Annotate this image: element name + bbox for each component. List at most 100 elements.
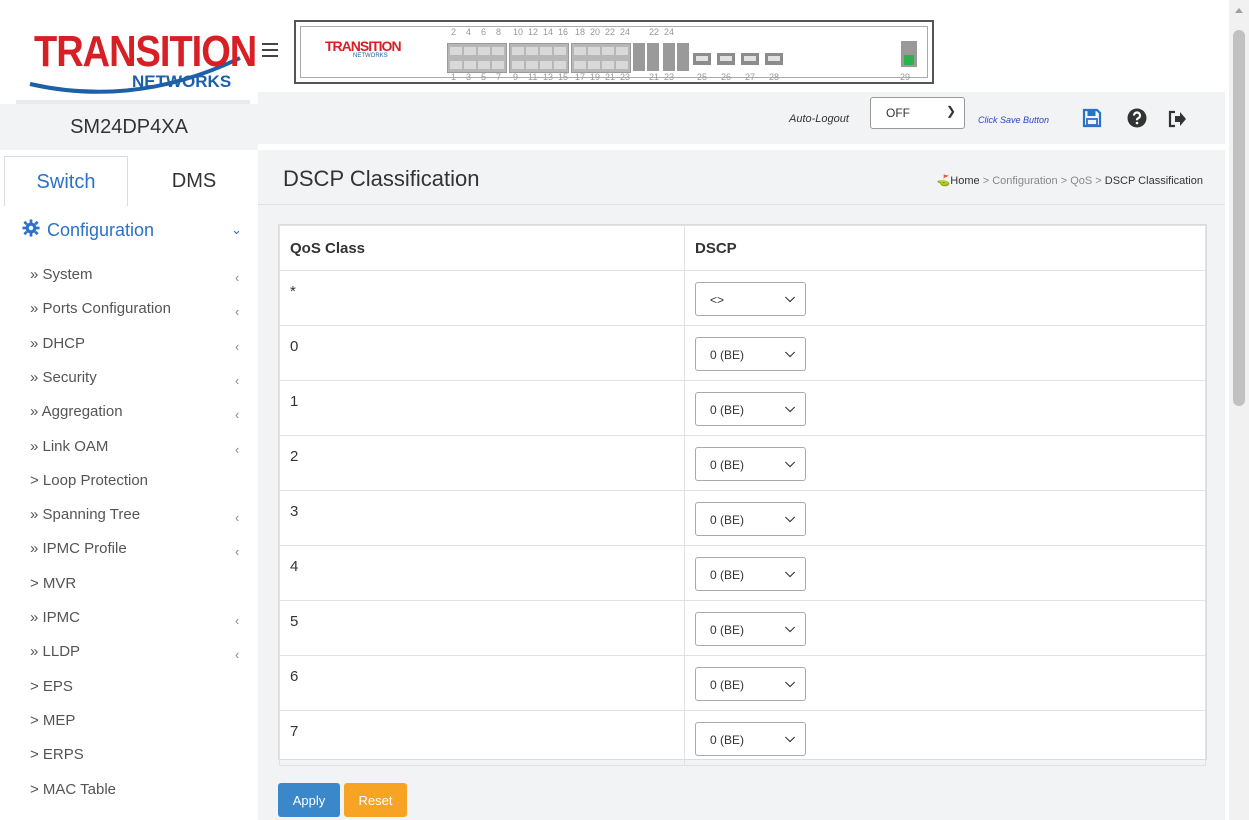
sfp-port[interactable] (663, 43, 675, 71)
chevron-left-icon: ‹ (235, 270, 240, 285)
sidebar-item[interactable]: > MVR (0, 567, 258, 601)
dscp-select[interactable]: 0 (BE) ⌵ (695, 502, 806, 536)
dscp-select[interactable]: 0 (BE) ⌵ (695, 337, 806, 371)
dscp-cell: 0 (BE) ⌵ (684, 490, 1206, 546)
breadcrumb-home[interactable]: ⛳Home (937, 175, 983, 187)
scroll-up-arrow-icon[interactable] (1235, 8, 1243, 13)
sidebar-item[interactable]: » Spanning Tree ‹ (0, 498, 258, 532)
sidebar-item[interactable]: » System ‹ (0, 258, 258, 292)
uplink-port[interactable] (765, 53, 783, 65)
chevron-down-icon: ⌵ (785, 455, 795, 470)
qos-class-cell: 7 (279, 710, 685, 766)
table-row: 0 0 (BE) ⌵ (279, 325, 1206, 381)
port-group[interactable] (509, 43, 569, 73)
sidebar-item-label: » LLDP (30, 643, 81, 661)
scrollbar-thumb[interactable] (1233, 30, 1245, 406)
sidebar-item-label: » IPMC Profile (30, 540, 127, 558)
auto-logout-select[interactable]: OFF ❯ (870, 97, 965, 129)
transition-networks-logo: TRANSITION NETWORKS (16, 12, 257, 100)
port-number-label: 9 (513, 72, 519, 82)
home-icon: ⛳ (936, 175, 951, 187)
breadcrumb-configuration[interactable]: Configuration (992, 175, 1057, 187)
sfp-port[interactable] (647, 43, 659, 71)
gear-icon (22, 219, 40, 237)
dscp-cell: 0 (BE) ⌵ (684, 600, 1206, 656)
chevron-left-icon: ‹ (235, 510, 240, 526)
sidebar-item[interactable]: » Ports Configuration ‹ (0, 292, 258, 326)
qos-class-value: 0 (290, 338, 299, 355)
sidebar-item[interactable]: > Loop Protection (0, 464, 258, 498)
sidebar-item-label: » IPMC (30, 609, 81, 626)
chevron-down-icon: ⌵ (785, 730, 795, 745)
port-number-label: 25 (697, 72, 708, 82)
dscp-select[interactable]: 0 (BE) ⌵ (695, 557, 806, 591)
port-number-label: 19 (590, 72, 601, 82)
sidebar-item[interactable]: » LLDP ‹ (0, 635, 258, 669)
dscp-select-value: 0 (BE) (710, 733, 745, 747)
port-number-label: 27 (745, 72, 756, 82)
sidebar-item[interactable]: » Link OAM ‹ (0, 430, 258, 464)
logo-subtext: NETWORKS (132, 72, 232, 91)
menu-section-configuration[interactable]: Configuration ⌄ (0, 208, 258, 254)
dscp-select[interactable]: 0 (BE) ⌵ (695, 722, 806, 756)
tab-dms[interactable]: DMS (130, 156, 258, 206)
tab-switch[interactable]: Switch (4, 156, 128, 206)
dscp-select[interactable]: <> ⌵ (695, 282, 806, 316)
sidebar-item-label: » Link OAM (30, 437, 109, 455)
page-scrollbar[interactable] (1229, 0, 1249, 820)
chevron-down-icon: ⌵ (785, 510, 795, 525)
port-group[interactable] (571, 43, 631, 73)
qos-class-cell: 5 (279, 600, 685, 656)
sidebar-item[interactable]: » Aggregation ‹ (0, 395, 258, 429)
uplink-port[interactable] (693, 53, 711, 65)
sfp-port[interactable] (677, 43, 689, 71)
dscp-select[interactable]: 0 (BE) ⌵ (695, 612, 806, 646)
help-icon[interactable] (1127, 108, 1147, 128)
dscp-select-value: 0 (BE) (710, 568, 745, 582)
column-header-dscp: DSCP (684, 225, 1206, 271)
breadcrumb-qos[interactable]: QoS (1070, 175, 1092, 187)
save-icon[interactable] (1082, 108, 1102, 128)
port-group[interactable] (447, 43, 507, 73)
port-number-label: 3 (466, 72, 472, 82)
port-number-label: 22 (649, 27, 660, 37)
sidebar-item-label: » System (30, 266, 93, 283)
dscp-select[interactable]: 0 (BE) ⌵ (695, 447, 806, 481)
sfp-port[interactable] (633, 43, 645, 71)
port-number-label: 7 (496, 72, 502, 82)
logout-icon[interactable] (1167, 109, 1187, 129)
port-number-label: 10 (513, 27, 524, 37)
dscp-select[interactable]: 0 (BE) ⌵ (695, 667, 806, 701)
dscp-cell: 0 (BE) ⌵ (684, 655, 1206, 711)
table-row: 4 0 (BE) ⌵ (279, 545, 1206, 601)
apply-button[interactable]: Apply (278, 783, 340, 817)
port-number-label: 20 (590, 27, 601, 37)
reset-button[interactable]: Reset (344, 783, 407, 817)
port-number-label: 17 (575, 72, 586, 82)
breadcrumb: ⛳Home > Configuration > QoS > DSCP Class… (937, 174, 1203, 187)
port-number-label: 24 (620, 27, 631, 37)
sidebar-item[interactable]: » DHCP ‹ (0, 327, 258, 361)
dscp-select[interactable]: 0 (BE) ⌵ (695, 392, 806, 426)
logo-text: TRANSITION (34, 28, 257, 77)
chevron-left-icon: ‹ (235, 613, 240, 628)
sidebar-item-label: > MVR (30, 574, 77, 592)
uplink-port[interactable] (741, 53, 759, 65)
hamburger-menu-icon[interactable] (262, 43, 278, 57)
dscp-select-value: 0 (BE) (710, 623, 745, 637)
sidebar-item[interactable]: > MAC Table (0, 773, 258, 807)
table-row: 3 0 (BE) ⌵ (279, 490, 1206, 546)
sidebar-tabs: Switch DMS (0, 156, 258, 206)
port-29-link-up[interactable] (901, 41, 917, 67)
sidebar-item[interactable]: > MEP (0, 704, 258, 738)
sidebar-item[interactable]: » IPMC Profile ‹ (0, 532, 258, 566)
save-hint-text: Click Save Button (978, 115, 1050, 125)
sidebar-item[interactable]: » IPMC ‹ (0, 601, 258, 635)
header-toolbar: Auto-Logout OFF ❯ Click Save Button (258, 92, 1225, 144)
sidebar-item[interactable]: » Security ‹ (0, 361, 258, 395)
port-number-label: 13 (543, 72, 554, 82)
sidebar-item[interactable]: > EPS (0, 670, 258, 704)
sidebar-item[interactable]: > ERPS (0, 738, 258, 772)
uplink-port[interactable] (717, 53, 735, 65)
table-row: 7 0 (BE) ⌵ (279, 710, 1206, 766)
